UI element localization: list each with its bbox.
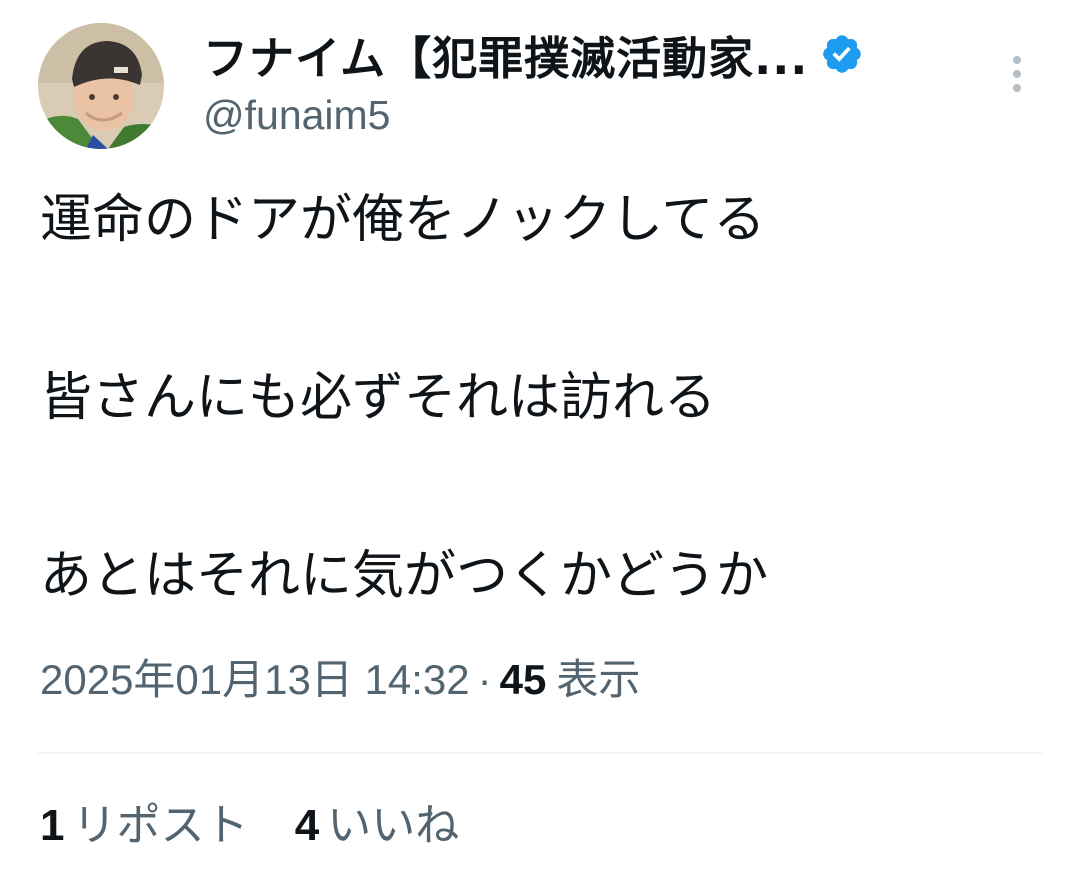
likes-count: 4	[294, 801, 320, 850]
more-vertical-icon	[1013, 56, 1021, 92]
tweet-line: あとはそれに気がつくかどうか	[40, 546, 769, 606]
tweet-timestamp[interactable]: 2025年01月13日 14:32	[40, 656, 470, 703]
avatar[interactable]	[38, 23, 164, 149]
tweet-stats: 1 リポスト 4 いいね	[40, 796, 459, 856]
author-name-row[interactable]: フナイム【犯罪撲滅活動家...	[203, 22, 864, 87]
tweet-meta: 2025年01月13日 14:32 · 45 表示	[40, 650, 640, 710]
reposts-count: 1	[40, 801, 65, 850]
tweet-line: 運命のドアが俺をノックしてる	[40, 190, 766, 250]
view-label: 表示	[556, 656, 641, 703]
meta-separator: ·	[477, 656, 492, 703]
author-handle[interactable]: @funaim5	[203, 92, 390, 139]
tweet-line: 皆さんにも必ずそれは訪れる	[40, 368, 717, 428]
verified-badge-icon	[820, 32, 864, 76]
view-count: 45	[499, 656, 547, 703]
avatar-image	[38, 23, 164, 149]
likes-label: いいね	[327, 801, 460, 850]
author-display-name[interactable]: フナイム【犯罪撲滅活動家...	[203, 22, 808, 87]
likes-stat[interactable]: 4 いいね	[295, 796, 459, 856]
divider	[38, 752, 1042, 754]
reposts-stat[interactable]: 1 リポスト	[40, 796, 248, 856]
more-options-button[interactable]	[1000, 52, 1034, 96]
reposts-label: リポスト	[72, 801, 249, 850]
